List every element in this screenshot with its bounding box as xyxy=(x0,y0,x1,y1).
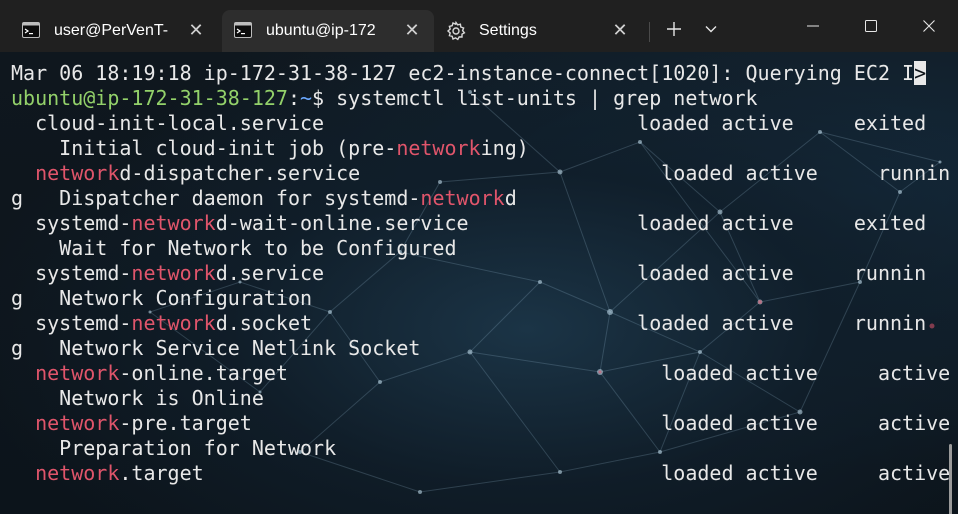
text-segment: d-dispatcher.service loaded active runni… xyxy=(119,161,951,185)
text-segment: -pre.target loaded active active xyxy=(119,411,951,435)
terminal-icon xyxy=(22,22,40,38)
grep-match: network xyxy=(35,161,120,185)
tab-label: Settings xyxy=(479,22,537,39)
tab-settings[interactable]: Settings ✕ xyxy=(434,10,642,52)
text-segment: cloud-init-local.service loaded active e… xyxy=(11,111,927,135)
text-segment: Mar 06 18:19:18 ip-172-31-38-127 ec2-ins… xyxy=(11,61,915,85)
text-segment: d xyxy=(504,186,517,210)
title-bar: user@PerVenT- ✕ ubuntu@ip-172 ✕ Settings… xyxy=(0,0,958,52)
text-segment: Network is Online xyxy=(11,386,264,410)
text-segment: systemd- xyxy=(11,261,132,285)
tab-user-pervent[interactable]: user@PerVenT- ✕ xyxy=(10,10,218,52)
terminal-line: Wait for Network to be Configured xyxy=(11,236,950,261)
text-segment: g Network Configuration xyxy=(11,286,313,310)
grep-match: network xyxy=(396,136,481,160)
text-segment: d-wait-online.service loaded active exit… xyxy=(215,211,927,235)
terminal-line: systemd-networkd.socket loaded active ru… xyxy=(11,311,950,336)
plus-icon xyxy=(667,22,681,36)
minimize-icon xyxy=(807,25,819,27)
tab-label: ubuntu@ip-172 xyxy=(266,22,376,39)
text-segment: systemd- xyxy=(11,211,132,235)
maximize-icon xyxy=(865,20,877,32)
terminal-output: Mar 06 18:19:18 ip-172-31-38-127 ec2-ins… xyxy=(11,61,950,486)
text-segment: ing) xyxy=(480,136,529,160)
terminal-line: g Network Service Netlink Socket xyxy=(11,336,950,361)
text-segment: -online.target loaded active active xyxy=(119,361,951,385)
text-segment xyxy=(11,361,35,385)
text-segment: ~ xyxy=(300,86,313,110)
text-segment: d.service loaded active runnin xyxy=(215,261,927,285)
text-segment: g Dispatcher daemon for systemd- xyxy=(11,186,421,210)
text-segment: d.socket loaded active runnin xyxy=(215,311,927,335)
grep-match: network xyxy=(131,211,216,235)
text-segment: .target loaded active active xyxy=(119,461,951,485)
gear-icon xyxy=(446,20,466,41)
grep-match: network xyxy=(35,361,120,385)
chevron-down-icon xyxy=(705,26,717,33)
text-segment xyxy=(11,461,35,485)
terminal-line: network-pre.target loaded active active xyxy=(11,411,950,436)
terminal-line: network-online.target loaded active acti… xyxy=(11,361,950,386)
terminal-line: g Dispatcher daemon for systemd-networkd xyxy=(11,186,950,211)
terminal-icon xyxy=(234,22,252,38)
tab-ubuntu[interactable]: ubuntu@ip-172 ✕ xyxy=(222,10,434,52)
overflow-marker: > xyxy=(914,61,927,85)
text-segment xyxy=(11,161,35,185)
close-window-button[interactable] xyxy=(900,0,958,52)
close-icon[interactable]: ✕ xyxy=(404,21,420,39)
terminal-line: Initial cloud-init job (pre-networking) xyxy=(11,136,950,161)
tab-label: user@PerVenT- xyxy=(54,22,169,39)
grep-match: network xyxy=(420,186,505,210)
terminal-line: Preparation for Network xyxy=(11,436,950,461)
new-tab-button[interactable] xyxy=(659,14,689,44)
grep-match: network xyxy=(131,261,216,285)
text-segment: Preparation for Network xyxy=(11,436,337,460)
grep-match: network xyxy=(35,461,120,485)
scrollbar-thumb[interactable] xyxy=(949,444,952,514)
terminal-line: Network is Online xyxy=(11,386,950,411)
text-segment: Wait for Network to be Configured xyxy=(11,236,457,260)
text-segment: systemd- xyxy=(11,311,132,335)
terminal-line: Mar 06 18:19:18 ip-172-31-38-127 ec2-ins… xyxy=(11,61,950,86)
text-segment: : xyxy=(287,86,300,110)
grep-match: network xyxy=(131,311,216,335)
tab-dropdown-button[interactable] xyxy=(696,14,726,44)
close-icon[interactable]: ✕ xyxy=(188,21,204,39)
text-segment: ubuntu@ip-172-31-38-127 xyxy=(11,86,288,110)
grep-match: network xyxy=(35,411,120,435)
terminal-line: g Network Configuration xyxy=(11,286,950,311)
text-segment: Initial cloud-init job (pre- xyxy=(11,136,397,160)
text-segment: $ systemctl list-units | grep network xyxy=(312,86,758,110)
prompt-line: ubuntu@ip-172-31-38-127:~$ systemctl lis… xyxy=(11,86,950,111)
terminal-line: cloud-init-local.service loaded active e… xyxy=(11,111,950,136)
terminal-line: systemd-networkd-wait-online.service loa… xyxy=(11,211,950,236)
close-icon[interactable]: ✕ xyxy=(612,21,628,39)
terminal-pane[interactable]: Mar 06 18:19:18 ip-172-31-38-127 ec2-ins… xyxy=(0,52,958,514)
terminal-line: systemd-networkd.service loaded active r… xyxy=(11,261,950,286)
minimize-button[interactable] xyxy=(784,0,842,52)
close-icon xyxy=(923,20,935,32)
text-segment xyxy=(11,411,35,435)
tab-divider xyxy=(649,22,650,42)
text-segment: g Network Service Netlink Socket xyxy=(11,336,421,360)
terminal-line: network.target loaded active active xyxy=(11,461,950,486)
maximize-button[interactable] xyxy=(842,0,900,52)
terminal-line: networkd-dispatcher.service loaded activ… xyxy=(11,161,950,186)
